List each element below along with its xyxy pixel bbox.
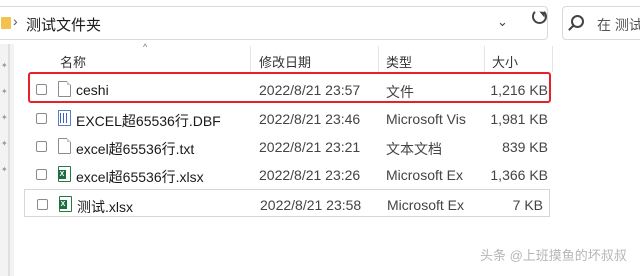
file-modified: 2022/8/21 23:58 — [260, 197, 362, 213]
chevron-down-icon[interactable]: ⌄ — [497, 14, 508, 30]
pin-icon[interactable]: ✦ — [1, 114, 9, 122]
excel-file-icon — [58, 166, 71, 182]
file-size: 7 KB — [512, 197, 543, 213]
search-placeholder[interactable]: 在 测试 — [597, 15, 640, 35]
file-row[interactable]: 测试.xlsx 2022/8/21 23:58 Microsoft Ex 7 K… — [24, 189, 550, 217]
row-checkbox[interactable] — [36, 113, 47, 124]
text-file-icon — [58, 138, 71, 154]
file-modified: 2022/8/21 23:21 — [259, 139, 361, 155]
column-divider[interactable] — [552, 46, 553, 72]
excel-file-icon — [59, 196, 72, 212]
column-divider[interactable] — [378, 46, 379, 72]
watermark: 头条 @上班摸鱼的坏叔叔 — [480, 248, 627, 263]
file-type: Microsoft Vis — [386, 111, 466, 127]
file-name[interactable]: excel超65536行.xlsx — [76, 167, 204, 187]
row-checkbox[interactable] — [37, 199, 48, 210]
file-type: Microsoft Ex — [386, 167, 464, 183]
row-checkbox[interactable] — [36, 141, 47, 152]
navigation-pane[interactable]: ✦ ✦ ✦ ✦ ✦ — [0, 44, 14, 276]
refresh-icon[interactable] — [532, 9, 547, 24]
file-row[interactable]: EXCEL超65536行.DBF 2022/8/21 23:46 Microso… — [24, 104, 554, 132]
column-divider[interactable] — [484, 46, 485, 72]
column-modified[interactable]: 修改日期 — [259, 52, 311, 71]
file-size: 1,366 KB — [490, 167, 548, 183]
column-header: ^ 名称 修改日期 类型 大小 — [24, 42, 564, 72]
column-size[interactable]: 大小 — [492, 52, 518, 71]
file-type: Microsoft Ex — [387, 197, 465, 213]
column-type[interactable]: 类型 — [386, 52, 412, 71]
column-name[interactable]: 名称 — [60, 52, 86, 71]
file-row[interactable]: excel超65536行.txt 2022/8/21 23:21 文本文档 83… — [24, 132, 554, 160]
column-divider[interactable] — [250, 46, 251, 72]
address-path[interactable]: 测试文件夹 — [26, 14, 101, 35]
pin-icon[interactable]: ✦ — [1, 140, 9, 148]
sort-up-icon: ^ — [143, 42, 148, 52]
pin-icon[interactable]: ✦ — [1, 166, 9, 174]
dbf-file-icon — [58, 110, 71, 126]
search-icon — [571, 15, 584, 28]
address-bar[interactable]: › 测试文件夹 ⌄ — [0, 6, 548, 40]
chevron-right-icon[interactable]: › — [13, 13, 18, 29]
nav-scrollbar[interactable] — [8, 44, 10, 276]
file-modified: 2022/8/21 23:26 — [259, 167, 361, 183]
file-name[interactable]: EXCEL超65536行.DBF — [76, 111, 221, 131]
file-name[interactable]: 测试.xlsx — [77, 197, 133, 217]
pin-icon[interactable]: ✦ — [1, 88, 9, 96]
search-box[interactable]: 在 测试 — [562, 6, 640, 40]
file-type: 文本文档 — [386, 141, 442, 157]
pin-icon[interactable]: ✦ — [1, 62, 9, 70]
red-highlight-box — [28, 72, 551, 103]
file-modified: 2022/8/21 23:46 — [259, 111, 361, 127]
file-row[interactable]: excel超65536行.xlsx 2022/8/21 23:26 Micros… — [24, 160, 554, 188]
folder-icon — [1, 17, 11, 29]
file-size: 839 KB — [502, 139, 548, 155]
file-size: 1,981 KB — [490, 111, 548, 127]
file-name[interactable]: excel超65536行.txt — [76, 139, 194, 159]
row-checkbox[interactable] — [36, 169, 47, 180]
